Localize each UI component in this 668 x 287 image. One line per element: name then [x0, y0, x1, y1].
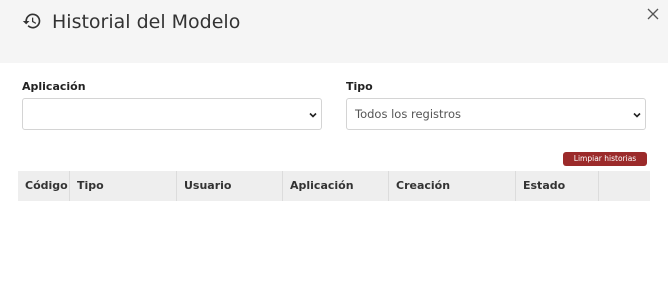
application-label: Aplicación	[22, 80, 86, 93]
column-header-tipo[interactable]: Tipo	[70, 171, 177, 201]
column-header-aplicacion[interactable]: Aplicación	[283, 171, 389, 201]
history-table-header: Código Tipo Usuario Aplicación Creación …	[18, 171, 650, 201]
history-icon	[22, 13, 41, 29]
type-select-value: Todos los registros	[355, 107, 462, 121]
column-header-estado[interactable]: Estado	[516, 171, 599, 201]
close-icon[interactable]	[645, 6, 661, 22]
modal-title: Historial del Modelo	[52, 11, 241, 33]
clear-history-button[interactable]: Limpiar historias	[563, 152, 647, 166]
application-select[interactable]	[22, 98, 322, 130]
column-header-actions	[599, 171, 650, 201]
column-header-usuario[interactable]: Usuario	[177, 171, 283, 201]
type-label: Tipo	[346, 80, 373, 93]
column-header-creacion[interactable]: Creación	[389, 171, 516, 201]
modal-header: Historial del Modelo	[0, 0, 668, 63]
chevron-down-icon	[633, 112, 641, 118]
chevron-down-icon	[309, 112, 317, 118]
column-header-codigo[interactable]: Código	[18, 171, 70, 201]
type-select[interactable]: Todos los registros	[346, 98, 646, 130]
